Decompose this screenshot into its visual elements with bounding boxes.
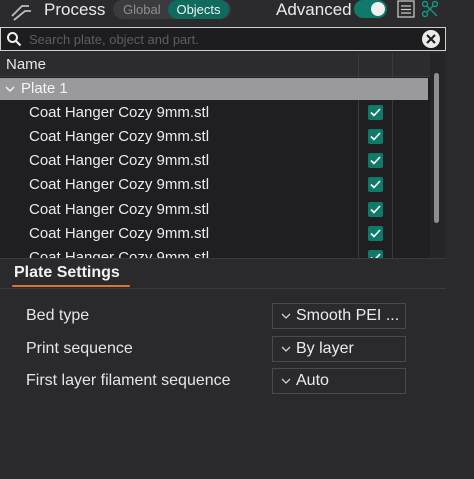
column-header-name[interactable]: Name [6, 56, 46, 73]
advanced-label: Advanced [276, 0, 352, 19]
object-row[interactable]: Coat Hanger Cozy 9mm.stl [0, 173, 430, 197]
search-box [0, 27, 446, 51]
tree-header: Name [0, 53, 430, 77]
close-icon [426, 34, 436, 44]
visibility-checkbox[interactable] [368, 129, 383, 144]
visibility-checkbox[interactable] [368, 153, 383, 168]
object-row[interactable]: Coat Hanger Cozy 9mm.stl [0, 125, 430, 149]
toggle-knob [371, 2, 385, 16]
visibility-checkbox[interactable] [368, 226, 383, 241]
chevron-down-icon [281, 346, 291, 352]
dropdown-value: By layer [296, 340, 354, 357]
panel-title: Process [44, 0, 106, 19]
dropdown-value: Auto [296, 372, 329, 389]
search-input[interactable] [29, 30, 409, 48]
check-icon [370, 229, 381, 238]
clear-search-button[interactable] [422, 30, 440, 48]
setting-label-bed-type: Bed type [26, 307, 90, 324]
object-row[interactable]: Coat Hanger Cozy 9mm.stl [0, 198, 430, 222]
object-row[interactable]: Coat Hanger Cozy 9mm.stl [0, 101, 430, 125]
side-strip [446, 27, 474, 479]
tab-plate-settings[interactable]: Plate Settings [14, 264, 120, 282]
object-row[interactable]: Coat Hanger Cozy 9mm.stl [0, 222, 430, 246]
top-bar: Process Global Objects Advanced [0, 0, 474, 26]
plate-label: Plate 1 [21, 80, 68, 97]
bed-type-dropdown[interactable]: Smooth PEI ... [272, 303, 406, 329]
visibility-checkbox[interactable] [368, 202, 383, 217]
visibility-checkbox[interactable] [368, 177, 383, 192]
scrollbar-thumb[interactable] [434, 73, 439, 223]
visibility-checkbox[interactable] [368, 250, 383, 258]
tools-icon[interactable] [421, 0, 439, 18]
print-sequence-dropdown[interactable]: By layer [272, 336, 406, 362]
check-icon [370, 132, 381, 141]
check-icon [370, 156, 381, 165]
visibility-checkbox[interactable] [368, 105, 383, 120]
section-divider [0, 288, 446, 289]
segment-objects[interactable]: Objects [168, 0, 229, 19]
first-layer-filament-sequence-dropdown[interactable]: Auto [272, 368, 406, 394]
object-name: Coat Hanger Cozy 9mm.stl [29, 225, 210, 242]
check-icon [370, 108, 381, 117]
active-tab-indicator [12, 285, 130, 287]
object-tree: Name Plate 1 Coat Hanger Cozy 9mm.stl Co… [0, 53, 446, 258]
advanced-toggle[interactable] [354, 0, 387, 18]
plate-row[interactable]: Plate 1 [0, 78, 428, 100]
chevron-down-icon [281, 378, 291, 384]
check-icon [370, 205, 381, 214]
object-name: Coat Hanger Cozy 9mm.stl [29, 201, 210, 218]
object-row[interactable]: Coat Hanger Cozy 9mm.stl [0, 149, 430, 173]
dropdown-value: Smooth PEI ... [296, 307, 400, 324]
panel-divider[interactable] [0, 258, 446, 259]
chevron-down-icon[interactable] [4, 83, 16, 95]
process-icon [11, 5, 31, 21]
scope-segmented-control: Global Objects [113, 0, 231, 19]
list-icon[interactable] [397, 0, 415, 18]
check-icon [370, 180, 381, 189]
segment-global[interactable]: Global [123, 2, 161, 17]
setting-label-first-layer-filament-sequence: First layer filament sequence [26, 372, 231, 389]
object-name: Coat Hanger Cozy 9mm.stl [29, 104, 210, 121]
chevron-down-icon [281, 313, 291, 319]
object-row[interactable]: Coat Hanger Cozy 9mm.stl [0, 246, 430, 258]
object-name: Coat Hanger Cozy 9mm.stl [29, 152, 210, 169]
search-icon [7, 32, 22, 47]
object-name: Coat Hanger Cozy 9mm.stl [29, 176, 210, 193]
setting-label-print-sequence: Print sequence [26, 340, 133, 357]
object-name: Coat Hanger Cozy 9mm.stl [29, 249, 210, 258]
object-name: Coat Hanger Cozy 9mm.stl [29, 128, 210, 145]
